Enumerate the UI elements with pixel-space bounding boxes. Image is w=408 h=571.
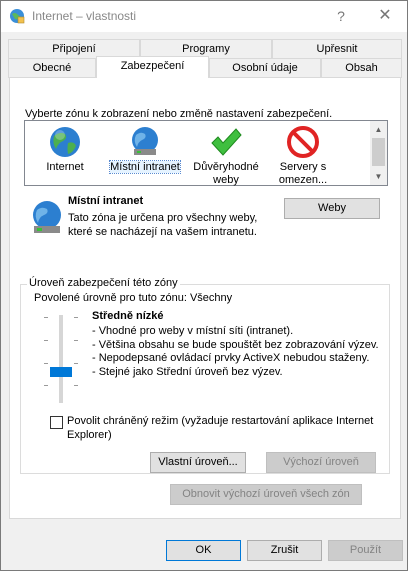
reset-all-zones-button[interactable]: Obnovit výchozí úroveň všech zón: [170, 484, 362, 505]
level-description-line: - Vhodné pro weby v místní síti (intrane…: [92, 325, 294, 337]
intranet-globe-icon: [33, 201, 61, 233]
scroll-up-icon[interactable]: ▲: [370, 121, 387, 138]
tab-privacy[interactable]: Osobní údaje: [209, 58, 321, 78]
close-button[interactable]: ✕: [363, 1, 407, 31]
tab-security[interactable]: Zabezpečení: [96, 56, 209, 78]
zone-restricted-sites[interactable]: Servery s omezen...: [261, 121, 345, 187]
zone-trusted-sites[interactable]: Důvěryhodné weby: [183, 121, 269, 187]
slider-tick: [74, 385, 78, 386]
tab-content[interactable]: Obsah: [321, 58, 402, 78]
selected-zone-name: Místní intranet: [68, 195, 144, 207]
zone-list-scrollbar[interactable]: ▲ ▼: [370, 121, 387, 185]
slider-tick: [74, 340, 78, 341]
internet-options-icon: [10, 9, 25, 24]
slider-tick: [44, 363, 48, 364]
zone-local-intranet[interactable]: Místní intranet: [105, 121, 185, 174]
zone-list[interactable]: Internet Místní intranet Důvěryhodné web…: [24, 120, 388, 186]
slider-tick: [44, 317, 48, 318]
zone-label: Internet: [46, 161, 84, 173]
zone-label: Místní intranet: [109, 160, 181, 174]
default-level-button[interactable]: Výchozí úroveň: [266, 452, 376, 473]
level-description-line: - Nepodepsané ovládací prvky ActiveX neb…: [92, 352, 370, 364]
intranet-globe-icon: [132, 127, 158, 155]
allowed-levels-text: Povolené úrovně pro tuto zónu: Všechny: [34, 292, 233, 304]
checkmark-icon: [211, 128, 242, 156]
cancel-button[interactable]: Zrušit: [247, 540, 322, 561]
tab-advanced[interactable]: Upřesnit: [272, 39, 402, 59]
help-button[interactable]: ?: [319, 1, 363, 31]
slider-tick: [44, 385, 48, 386]
security-level-group-title: Úroveň zabezpečení této zóny: [27, 277, 180, 289]
globe-icon: [50, 127, 80, 157]
tab-strip: Připojení Programy Upřesnit Obecné Zabez…: [1, 39, 408, 79]
protected-mode-checkbox[interactable]: [50, 416, 63, 429]
ok-button[interactable]: OK: [166, 540, 241, 561]
security-tab-panel: Vyberte zónu k zobrazení nebo změně nast…: [9, 77, 401, 519]
sites-button[interactable]: Weby: [284, 198, 380, 219]
slider-tick: [44, 340, 48, 341]
level-description-line: - Stejné jako Střední úroveň bez výzev.: [92, 365, 283, 378]
protected-mode-label[interactable]: Povolit chráněný režim (vyžaduje restart…: [67, 415, 377, 442]
zone-intro-text: Vyberte zónu k zobrazení nebo změně nast…: [25, 108, 333, 120]
selected-zone-description: Tato zóna je určena pro všechny weby, kt…: [68, 212, 258, 238]
slider-tick: [74, 363, 78, 364]
security-level-name: Středně nízké: [92, 310, 164, 322]
security-level-description: - Vhodné pro weby v místní síti (intrane…: [92, 325, 379, 379]
security-level-slider[interactable]: [59, 315, 63, 403]
title-bar: Internet – vlastnosti ? ✕: [1, 1, 407, 32]
scroll-down-icon[interactable]: ▼: [370, 168, 387, 185]
zone-label: Důvěryhodné weby: [193, 161, 259, 186]
apply-button[interactable]: Použít: [328, 540, 403, 561]
security-level-group: Úroveň zabezpečení této zóny: [20, 277, 390, 474]
slider-tick: [74, 317, 78, 318]
zone-label: Servery s omezen...: [278, 161, 328, 186]
restricted-icon: [287, 126, 319, 158]
custom-level-button[interactable]: Vlastní úroveň...: [150, 452, 246, 473]
scroll-thumb[interactable]: [372, 138, 385, 166]
internet-properties-dialog: Internet – vlastnosti ? ✕ Připojení Prog…: [0, 0, 408, 571]
level-description-line: - Většina obsahu se bude spouštět bez zo…: [92, 338, 379, 351]
window-title: Internet – vlastnosti: [32, 9, 137, 23]
security-level-slider-thumb[interactable]: [50, 367, 72, 378]
tab-general[interactable]: Obecné: [8, 58, 96, 78]
zone-internet[interactable]: Internet: [25, 121, 105, 174]
